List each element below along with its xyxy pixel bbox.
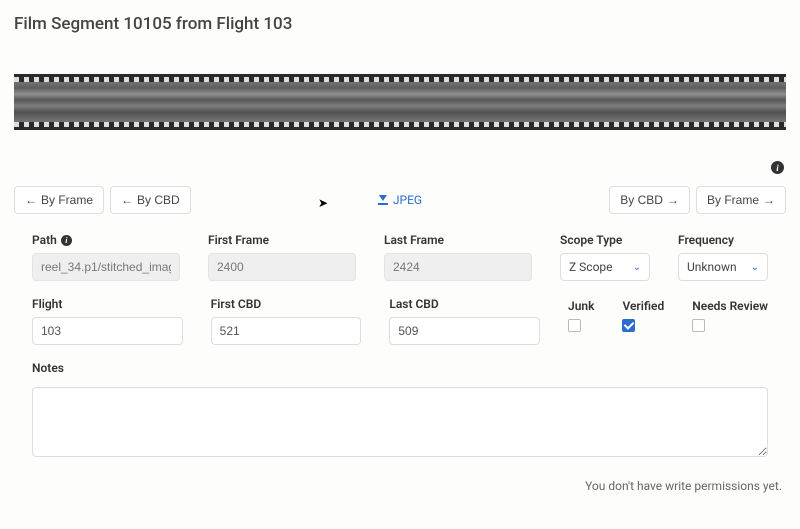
arrow-right-icon: → — [667, 193, 679, 207]
info-icon[interactable]: i — [771, 161, 784, 174]
chevron-down-icon: ⌄ — [633, 262, 641, 273]
arrow-left-icon: ← — [25, 193, 37, 207]
last-cbd-label: Last CBD — [389, 297, 540, 311]
flight-field[interactable] — [32, 317, 183, 345]
download-jpeg-link[interactable]: JPEG — [378, 193, 422, 207]
first-cbd-field[interactable] — [211, 317, 362, 345]
first-frame-label: First Frame — [208, 233, 356, 247]
next-by-frame-button[interactable]: By Frame → — [696, 186, 786, 214]
first-frame-field — [208, 253, 356, 281]
download-label: JPEG — [393, 193, 422, 207]
prev-by-frame-label: By Frame — [41, 193, 93, 207]
first-cbd-label: First CBD — [211, 297, 362, 311]
path-field — [32, 253, 180, 281]
notes-textarea[interactable] — [32, 387, 768, 457]
arrow-left-icon: ← — [121, 193, 133, 207]
next-by-cbd-label: By CBD — [620, 193, 663, 207]
scope-type-value: Z Scope — [569, 260, 613, 274]
path-label: Path i — [32, 233, 180, 247]
last-cbd-field[interactable] — [389, 317, 540, 345]
frequency-value: Unknown — [687, 260, 737, 274]
verified-label: Verified — [622, 299, 664, 313]
scope-type-label: Scope Type — [560, 233, 650, 247]
page-title: Film Segment 10105 from Flight 103 — [14, 14, 786, 34]
prev-by-frame-button[interactable]: ← By Frame — [14, 186, 104, 214]
frequency-select[interactable]: Unknown ⌄ — [678, 253, 768, 281]
next-by-cbd-button[interactable]: By CBD → — [609, 186, 690, 214]
verified-checkbox[interactable] — [622, 319, 635, 332]
needs-review-checkbox[interactable] — [692, 319, 705, 332]
chevron-down-icon: ⌄ — [751, 262, 759, 273]
notes-label: Notes — [32, 361, 768, 375]
flight-label: Flight — [32, 297, 183, 311]
junk-label: Junk — [568, 299, 594, 313]
last-frame-field — [384, 253, 532, 281]
film-strip-image — [14, 74, 786, 130]
permissions-message: You don't have write permissions yet. — [14, 479, 786, 493]
last-frame-label: Last Frame — [384, 233, 532, 247]
download-icon — [378, 195, 388, 205]
info-icon[interactable]: i — [61, 235, 72, 246]
prev-by-cbd-button[interactable]: ← By CBD — [110, 186, 191, 214]
scope-type-select[interactable]: Z Scope ⌄ — [560, 253, 650, 281]
next-by-frame-label: By Frame — [707, 193, 759, 207]
prev-by-cbd-label: By CBD — [137, 193, 180, 207]
frequency-label: Frequency — [678, 233, 768, 247]
arrow-right-icon: → — [763, 193, 775, 207]
junk-checkbox[interactable] — [568, 319, 581, 332]
needs-review-label: Needs Review — [692, 299, 768, 313]
